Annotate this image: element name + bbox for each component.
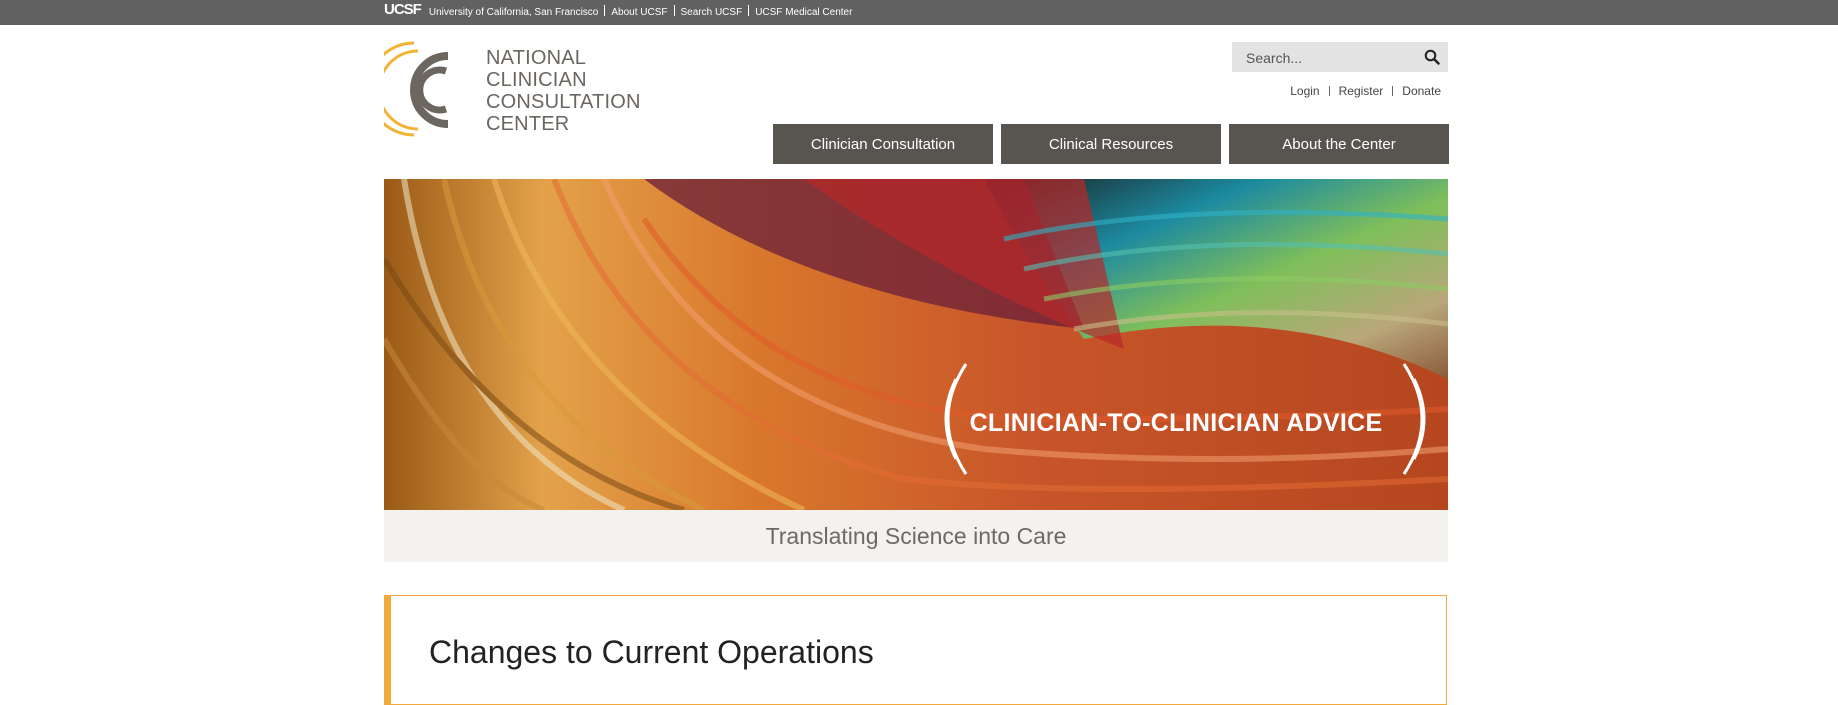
ucsf-link-medical-center[interactable]: UCSF Medical Center xyxy=(755,7,852,18)
ucsf-bar-content: UCSF University of California, San Franc… xyxy=(384,0,852,25)
ucsf-logo[interactable]: UCSF xyxy=(384,2,422,17)
search-input[interactable] xyxy=(1244,42,1418,74)
utility-links: Login Register Donate xyxy=(1290,84,1441,98)
hero-banner: CLINICIAN-TO-CLINICIAN ADVICE xyxy=(384,179,1448,510)
ucsf-link-about[interactable]: About UCSF xyxy=(611,7,667,18)
notice-box: Changes to Current Operations xyxy=(384,595,1447,705)
ucsf-top-bar: UCSF University of California, San Franc… xyxy=(0,0,1838,25)
divider xyxy=(673,5,675,16)
hero-headline: CLINICIAN-TO-CLINICIAN ADVICE xyxy=(969,409,1383,437)
login-link[interactable]: Login xyxy=(1290,84,1319,98)
notice-title: Changes to Current Operations xyxy=(429,634,874,670)
logo-line: CENTER xyxy=(486,113,570,135)
register-link[interactable]: Register xyxy=(1339,84,1384,98)
concentric-c-logo-icon xyxy=(384,41,449,137)
logo-line: NATIONAL xyxy=(486,47,587,69)
divider xyxy=(1328,86,1330,96)
logo-line: CONSULTATION xyxy=(486,91,641,113)
divider xyxy=(1392,86,1394,96)
nav-about-the-center[interactable]: About the Center xyxy=(1229,124,1449,164)
divider xyxy=(604,5,606,16)
search-icon[interactable] xyxy=(1424,49,1440,65)
nav-clinician-consultation[interactable]: Clinician Consultation xyxy=(773,124,993,164)
logo-line: CLINICIAN xyxy=(486,69,587,91)
site-logo[interactable]: NATIONAL CLINICIAN CONSULTATION CENTER xyxy=(384,41,644,141)
ucsf-link-university[interactable]: University of California, San Francisco xyxy=(429,7,599,18)
main-nav: Clinician Consultation Clinical Resource… xyxy=(773,124,1449,164)
tagline: Translating Science into Care xyxy=(384,510,1448,562)
donate-link[interactable]: Donate xyxy=(1402,84,1441,98)
nav-clinical-resources[interactable]: Clinical Resources xyxy=(1001,124,1221,164)
ucsf-link-search[interactable]: Search UCSF xyxy=(681,7,743,18)
search-box xyxy=(1232,42,1448,74)
divider xyxy=(748,5,750,16)
logo-wordmark: NATIONAL CLINICIAN CONSULTATION CENTER xyxy=(486,47,641,135)
